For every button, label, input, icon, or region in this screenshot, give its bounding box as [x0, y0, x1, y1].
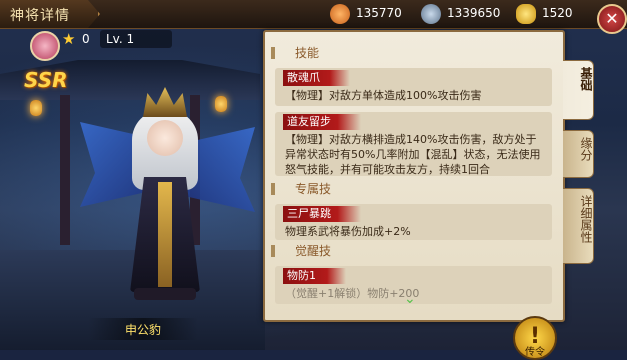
star-icon: ★: [62, 30, 76, 48]
section-bar: [271, 47, 275, 59]
page-title: 神将详情: [10, 8, 70, 24]
skill-name: 物防1: [283, 268, 346, 284]
resource-value: 135770: [356, 6, 402, 20]
hero-name-plate: 申公豹: [88, 318, 198, 340]
skill-desc: 【物理】对敌方横排造成140%攻击伤害，敌方处于异常状态时有50%几率附加【混乱…: [285, 133, 541, 176]
top-bar: 神将详情 135770 1339650 1520: [0, 0, 627, 29]
resource-coin: 1339650: [421, 4, 521, 24]
hero-level: Lv. 1: [106, 32, 135, 46]
section-title: 技能: [295, 46, 320, 60]
section-title: 专属技: [295, 182, 332, 196]
resource-value: 1339650: [447, 6, 501, 20]
level-box: Lv. 1: [100, 30, 172, 48]
hero-robe-trim: [158, 182, 172, 287]
hero-feet: [134, 288, 196, 300]
skill-desc: 物理系武将暴伤加成+2%: [285, 225, 411, 238]
favorite-heart-icon[interactable]: [30, 31, 60, 61]
tab-fate[interactable]: 缘分: [563, 130, 594, 178]
lantern-icon: [30, 100, 42, 116]
close-button[interactable]: ✕: [597, 4, 627, 34]
command-label: 传令: [525, 347, 545, 358]
skill-card[interactable]: 散魂爪 【物理】对敌方单体造成100%攻击伤害: [275, 68, 552, 106]
skill-card[interactable]: 三尸暴跳 物理系武将暴伤加成+2%: [275, 204, 552, 240]
resource-value: 1520: [542, 6, 573, 20]
section-bar: [271, 183, 275, 195]
skill-name: 散魂爪: [283, 70, 350, 86]
tab-label: 详细属性: [579, 195, 593, 243]
title-tab: 神将详情: [0, 0, 100, 28]
skill-name: 道友留步: [283, 114, 361, 130]
meat-bun-icon: [330, 4, 350, 24]
chevron-down-icon[interactable]: ⌄: [404, 291, 416, 307]
skill-name: 三尸暴跳: [283, 206, 361, 222]
resource-gold: 1520: [516, 4, 596, 24]
section-title: 觉醒技: [295, 244, 332, 258]
close-icon: ✕: [605, 9, 619, 28]
skill-panel: 技能 散魂爪 【物理】对敌方单体造成100%攻击伤害 道友留步 【物理】对敌方横…: [263, 30, 565, 322]
hero-figure[interactable]: [80, 82, 255, 307]
tab-basic[interactable]: 基础: [563, 60, 594, 120]
tab-label: 基础: [579, 67, 593, 91]
skill-desc: 【物理】对敌方单体造成100%攻击伤害: [285, 89, 482, 102]
hero-face: [147, 120, 183, 156]
skill-card[interactable]: 道友留步 【物理】对敌方横排造成140%攻击伤害，敌方处于异常状态时有50%几率…: [275, 112, 552, 176]
section-bar: [271, 245, 275, 257]
temple-pillar: [60, 95, 70, 245]
gold-ingot-icon: [516, 4, 536, 24]
coin-icon: [421, 4, 441, 24]
hero-name: 申公豹: [124, 323, 161, 337]
hero-crown: [143, 87, 187, 117]
rarity-badge: SSR: [24, 68, 68, 92]
tab-label: 缘分: [579, 137, 593, 161]
resource-meat-bun: 135770: [330, 4, 430, 24]
star-count: 0: [82, 32, 90, 46]
command-button[interactable]: ! 传令: [513, 316, 557, 360]
tab-detailed-attributes[interactable]: 详细属性: [563, 188, 594, 264]
